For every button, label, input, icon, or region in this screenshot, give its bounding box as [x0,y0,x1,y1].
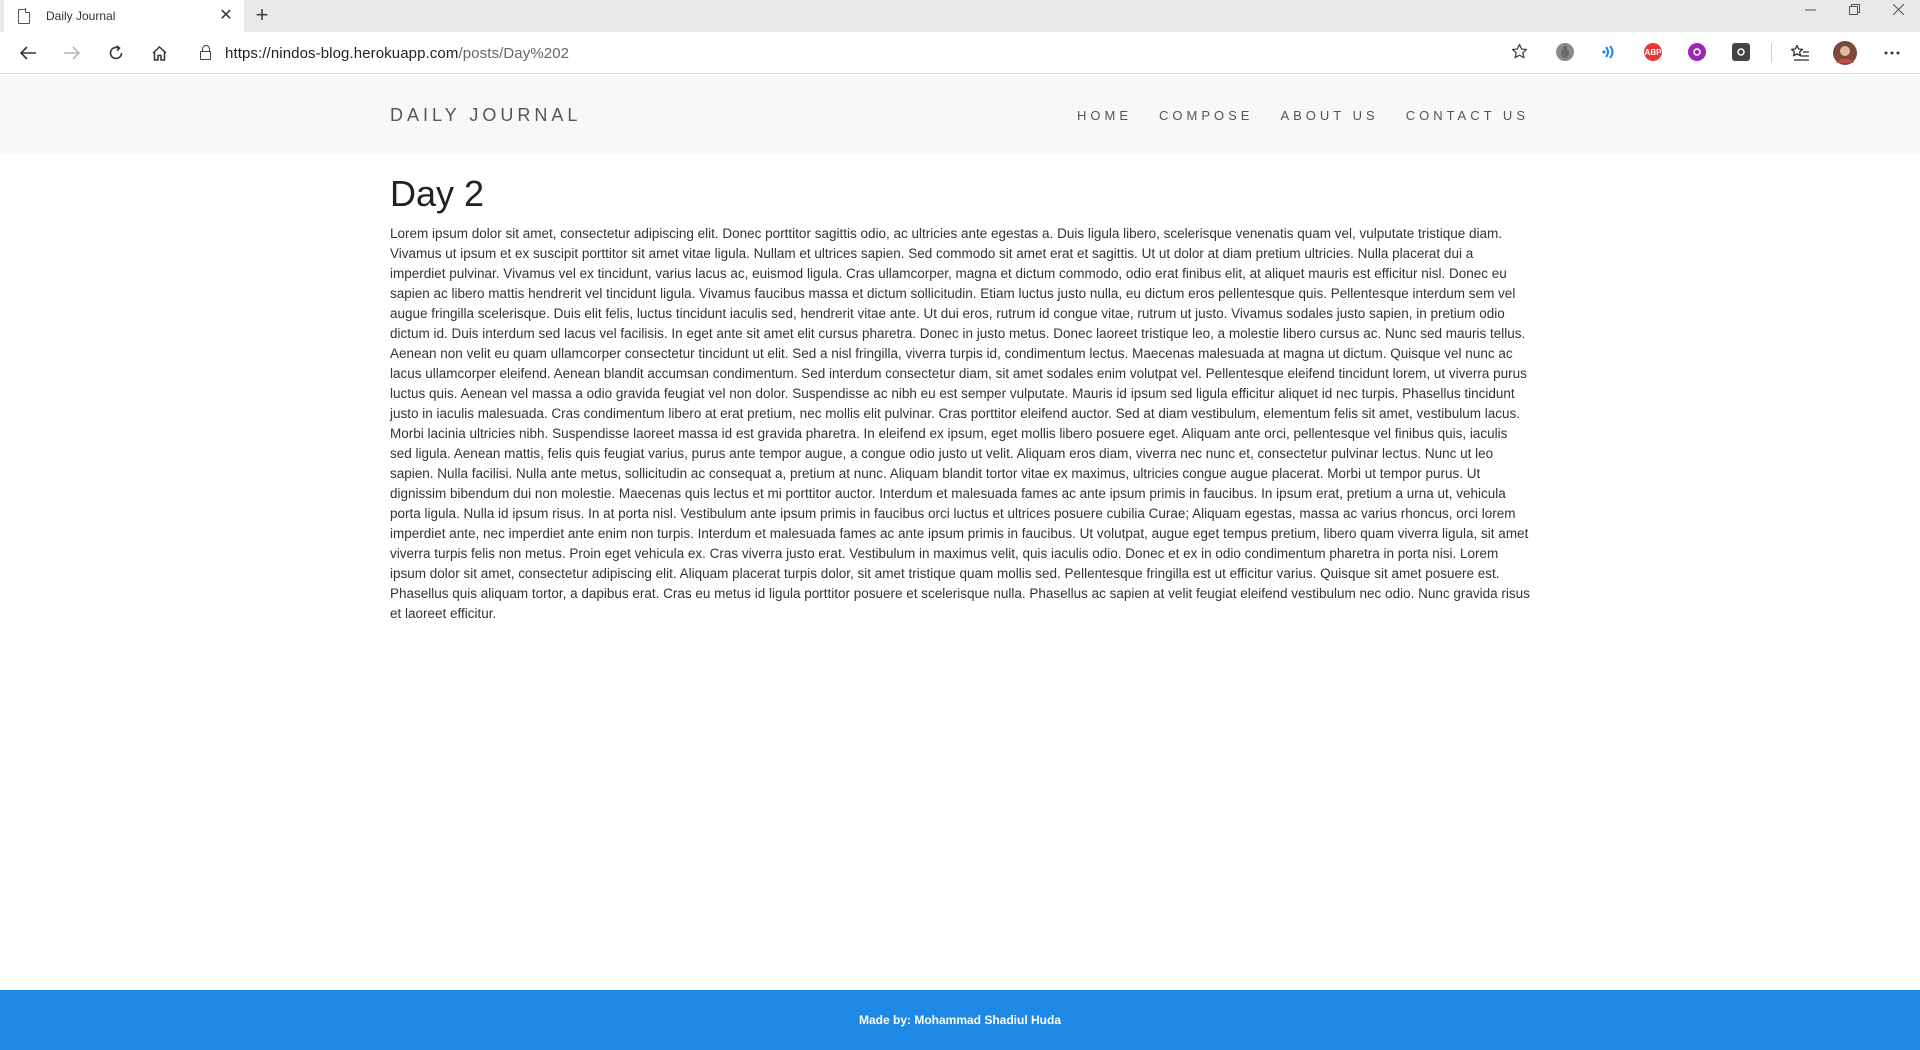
home-button[interactable] [143,38,175,68]
new-tab-button[interactable]: + [250,4,274,28]
post-content: Day 2 Lorem ipsum dolor sit amet, consec… [390,154,1532,624]
favorite-star-icon[interactable] [1511,43,1528,65]
arrow-right-icon [64,46,81,60]
minimize-button[interactable] [1788,0,1832,24]
bug-extension-icon[interactable] [1556,43,1574,61]
collections-button[interactable] [1784,38,1816,68]
nav-compose-link[interactable]: COMPOSE [1159,108,1253,123]
tab-title: Daily Journal [46,9,116,23]
toolbar-separator [1771,43,1772,63]
address-bar[interactable]: https://nindos-blog.herokuapp.com/posts/… [188,37,1540,69]
ellipsis-icon [1884,51,1900,55]
close-tab-icon[interactable]: ✕ [218,8,234,24]
refresh-button[interactable] [100,38,132,68]
nav-home-link[interactable]: HOME [1077,108,1132,123]
post-title: Day 2 [390,173,485,214]
url-host: https://nindos-blog.herokuapp.com [225,44,459,62]
browser-tab[interactable]: Daily Journal ✕ [4,0,244,32]
url-text[interactable]: https://nindos-blog.herokuapp.com/posts/… [225,45,569,62]
nav-about-link[interactable]: ABOUT US [1280,108,1378,123]
site-footer: Made by: Mohammad Shadiul Huda [0,990,1920,1050]
refresh-icon [109,45,123,60]
back-button[interactable] [12,38,44,68]
tab-strip: Daily Journal ✕ + [0,0,1920,32]
shield-extension-icon[interactable] [1732,43,1750,61]
purple-extension-icon[interactable] [1688,43,1706,61]
url-path: /posts/Day%202 [458,44,570,62]
wave-extension-icon[interactable] [1600,43,1618,61]
nav-contact-link[interactable]: CONTACT US [1406,108,1529,123]
star-list-icon [1790,44,1809,61]
close-window-button[interactable] [1876,0,1920,24]
site-navbar: DAILY JOURNAL HOME COMPOSE ABOUT US CONT… [0,75,1920,154]
home-icon [151,45,167,61]
site-nav: HOME COMPOSE ABOUT US CONTACT US [1050,108,1529,123]
arrow-left-icon [19,46,36,60]
profile-button[interactable] [1829,38,1861,68]
site-brand[interactable]: DAILY JOURNAL [390,105,581,126]
restore-button[interactable] [1832,0,1876,24]
avatar [1833,41,1857,65]
post-body: Lorem ipsum dolor sit amet, consectetur … [390,226,1530,621]
forward-button[interactable] [56,38,88,68]
adblock-extension-icon[interactable]: ABP [1644,43,1662,61]
settings-menu-button[interactable] [1876,38,1908,68]
footer-credit: Made by: Mohammad Shadiul Huda [858,1013,1062,1027]
browser-toolbar: https://nindos-blog.herokuapp.com/posts/… [0,32,1920,74]
page-icon [18,8,31,24]
lock-icon [200,45,211,60]
